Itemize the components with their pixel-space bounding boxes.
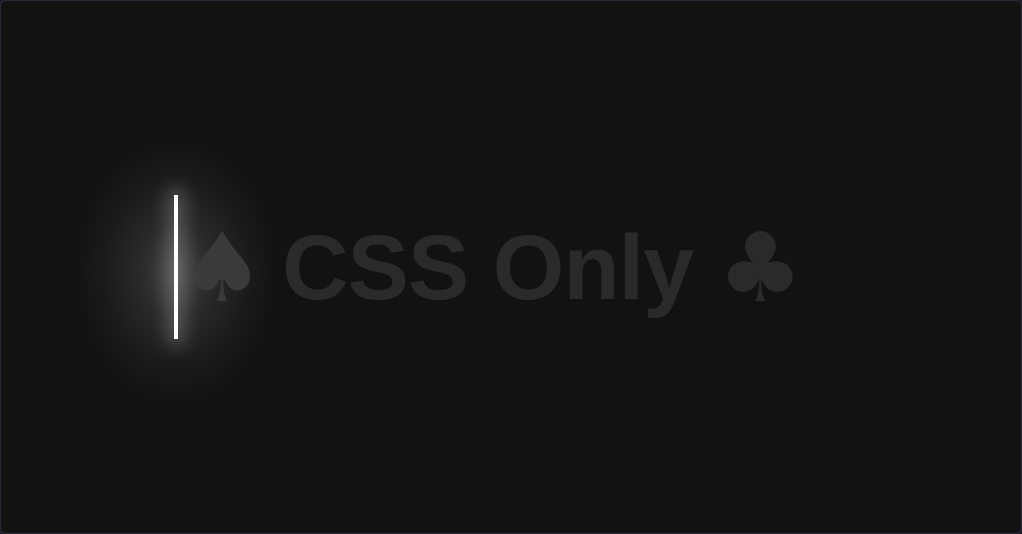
spade-icon: ♠ [179, 212, 265, 324]
club-icon: ♣ [717, 212, 803, 324]
headline-title: CSS Only [282, 217, 694, 319]
demo-canvas: ♠ CSS Only ♣ [0, 0, 1022, 534]
text-cursor [174, 195, 178, 339]
headline: ♠ CSS Only ♣ [179, 212, 803, 324]
